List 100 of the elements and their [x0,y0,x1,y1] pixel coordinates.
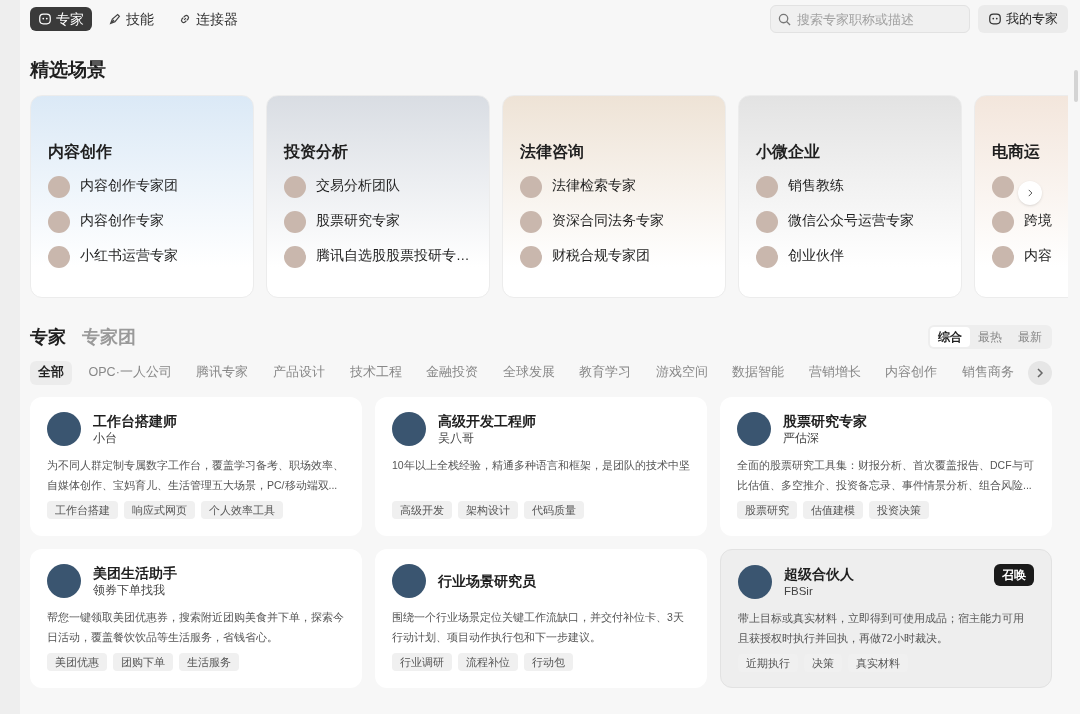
nav-tab[interactable]: 技能 [100,7,162,31]
nav-tab[interactable]: 专家 [30,7,92,31]
scene-item-link[interactable]: 交易分析团队 [316,176,400,197]
search-field[interactable]: 搜索专家职称或描述 [770,5,970,33]
tag: 股票研究 [737,500,797,519]
expert-title: 行业场景研究员 [438,571,536,590]
category-tab[interactable]: 内容创作 [877,360,946,385]
tag: 代码质量 [524,500,584,519]
nav-tab[interactable]: 连接器 [170,7,246,31]
robot-face-icon [38,12,52,26]
summon-button[interactable]: 召唤 [994,563,1034,586]
scene-item-link[interactable]: 内容 [1024,246,1052,267]
scene-item-link[interactable]: 内容创作专家 [80,211,164,232]
scene-card[interactable]: 小微企业 销售教练 微信公众号运营专家 创业伙伴 [738,94,962,298]
avatar-icon [47,563,81,598]
expert-description: 帮您一键领取美团优惠券，搜索附近团购美食并下单，探索今日活动，覆盖餐饮饮品等生活服务，省钱省心。 [47,609,345,645]
category-tab[interactable]: 数据智能 [724,360,793,385]
avatar-icon [48,175,70,198]
chevron-right-icon [1036,367,1044,378]
section-tab[interactable]: 专家 [30,323,66,351]
tag: 工作台搭建 [47,500,118,519]
scene-title: 内容创作 [48,141,113,162]
category-tab[interactable]: 产品设计 [264,360,333,385]
tag: 架构设计 [458,500,518,519]
category-tab[interactable]: 金融投资 [418,360,487,385]
scene-item-link[interactable]: 股票研究专家 [316,211,400,232]
tag: 个人效率工具 [201,500,283,519]
avatar-icon [520,210,542,233]
expert-card[interactable]: 美团生活助手 领券下单找我 帮您一键领取美团优惠券，搜索附近团购美食并下单，探索今日活动，覆盖餐饮饮品等生活服务，省钱省心。 美团优惠 团购下单 生活服务 [30,548,362,688]
scene-item-link[interactable]: 微信公众号运营专家 [788,211,914,232]
expert-card[interactable]: 工作台搭建师 小台 为不同人群定制专属数字工作台，覆盖学习备考、职场效率、自媒体创作、宝妈育儿、生活管理五大场景，PC/移动端双... 工作台搭建 响应式网页 个人效率工具 [30,396,362,536]
link-icon [178,12,192,26]
scene-item-link[interactable]: 财税合规专家团 [552,246,650,267]
expert-author: 严估深 [783,430,820,446]
category-tab[interactable]: 销售商务 [954,360,1022,385]
expert-description: 全面的股票研究工具集：财报分析、首次覆盖报告、DCF与可比估值、多空推介、投资备忘录、事件情景分析、组合风险... [737,457,1035,493]
expert-title: 超级合伙人 [784,564,854,583]
category-tab[interactable]: 游戏空间 [647,360,716,385]
avatar-icon [992,210,1014,233]
tag: 行动包 [524,652,573,671]
expert-card[interactable]: 超级合伙人 FBSir 召唤 带上目标或真实材料，立即得到可使用成品；宿主能力可用且获授权时执行并回执，再做72小时裁决。 近期执行 决策 真实材料 [720,548,1052,688]
pen-icon [108,12,122,26]
scene-item-link[interactable]: 创业伙伴 [788,246,844,267]
tag: 行业调研 [392,652,452,671]
my-experts-button[interactable]: 我的专家 [978,5,1068,33]
scene-card[interactable]: 内容创作 内容创作专家团 内容创作专家 小红书运营专家 [30,94,254,298]
expert-title: 高级开发工程师 [438,411,536,430]
avatar-icon [284,245,306,268]
avatar-icon [392,411,426,446]
avatar-icon [992,175,1014,198]
scene-item-link[interactable]: 资深合同法务专家 [552,211,664,232]
expert-author: 小台 [93,430,118,446]
category-tab[interactable]: OPC·一人公司 [80,360,180,385]
avatar-icon [392,563,426,598]
avatar-icon [520,245,542,268]
scene-item-link[interactable]: 法律检索专家 [552,176,636,197]
expert-author: 领券下单找我 [93,582,166,598]
scroll-right-button[interactable] [1028,360,1052,385]
tag: 团购下单 [113,652,173,671]
expert-title: 工作台搭建师 [93,411,177,430]
scene-card[interactable]: 投资分析 交易分析团队 股票研究专家 腾讯自选股股票投研专… [266,94,490,298]
search-icon [778,13,791,26]
expert-card[interactable]: 股票研究专家 严估深 全面的股票研究工具集：财报分析、首次覆盖报告、DCF与可比估值、多空推介、投资备忘录、事件情景分析、组合风险... 股票研究 估值建模 投资决策 [720,396,1052,536]
avatar-icon [737,411,771,446]
scene-item-link[interactable]: 内容创作专家团 [80,176,178,197]
robot-face-icon [988,12,1002,26]
tag: 流程补位 [458,652,518,671]
section-title: 精选场景 [30,58,107,82]
avatar-icon [47,411,81,446]
expert-author: FBSir [784,583,814,599]
tag: 生活服务 [179,652,239,671]
expert-card[interactable]: 高级开发工程师 吴八哥 10年以上全栈经验，精通多种语言和框架，是团队的技术中坚 高级开发 架构设计 代码质量 [375,396,707,536]
expert-description: 带上目标或真实材料，立即得到可使用成品；宿主能力可用且获授权时执行并回执，再做72小时裁决。 [738,610,1025,646]
scene-title: 小微企业 [756,141,821,162]
avatar-icon [284,175,306,198]
sort-option[interactable]: 综合 [930,327,970,347]
category-tab[interactable]: 腾讯专家 [188,360,257,385]
expert-title: 美团生活助手 [93,563,177,582]
scene-card[interactable]: 电商运 跨境 内容 [974,94,1068,298]
scene-item-link[interactable]: 腾讯自选股股票投研专… [316,246,470,267]
tag: 美团优惠 [47,652,107,671]
category-tab[interactable]: 全部 [30,360,72,385]
scene-title: 投资分析 [284,141,349,162]
expert-description: 围绕一个行业场景定位关键工作流缺口，并交付补位卡、3天行动计划、项目动作执行包和下一步建议。 [392,609,685,645]
category-tab[interactable]: 全球发展 [494,360,563,385]
scene-item-link[interactable]: 小红书运营专家 [80,246,178,267]
expert-author: 吴八哥 [438,430,475,446]
avatar-icon [756,175,778,198]
category-tab[interactable]: 营销增长 [800,360,869,385]
avatar-icon [992,245,1014,268]
expert-card[interactable]: 行业场景研究员 围绕一个行业场景定位关键工作流缺口，并交付补位卡、3天行动计划、项目动作执行包和下一步建议。 行业调研 流程补位 行动包 [375,548,707,688]
tag: 响应式网页 [124,500,195,519]
tag: 高级开发 [392,500,452,519]
tag: 投资决策 [869,500,929,519]
scene-item-link[interactable]: 销售教练 [788,176,844,197]
avatar-icon [756,210,778,233]
tag: 估值建模 [803,500,863,519]
avatar-icon [48,245,70,268]
scene-card[interactable]: 法律咨询 法律检索专家 资深合同法务专家 财税合规专家团 [502,94,726,298]
scene-item-link[interactable]: 跨境 [1024,211,1052,232]
